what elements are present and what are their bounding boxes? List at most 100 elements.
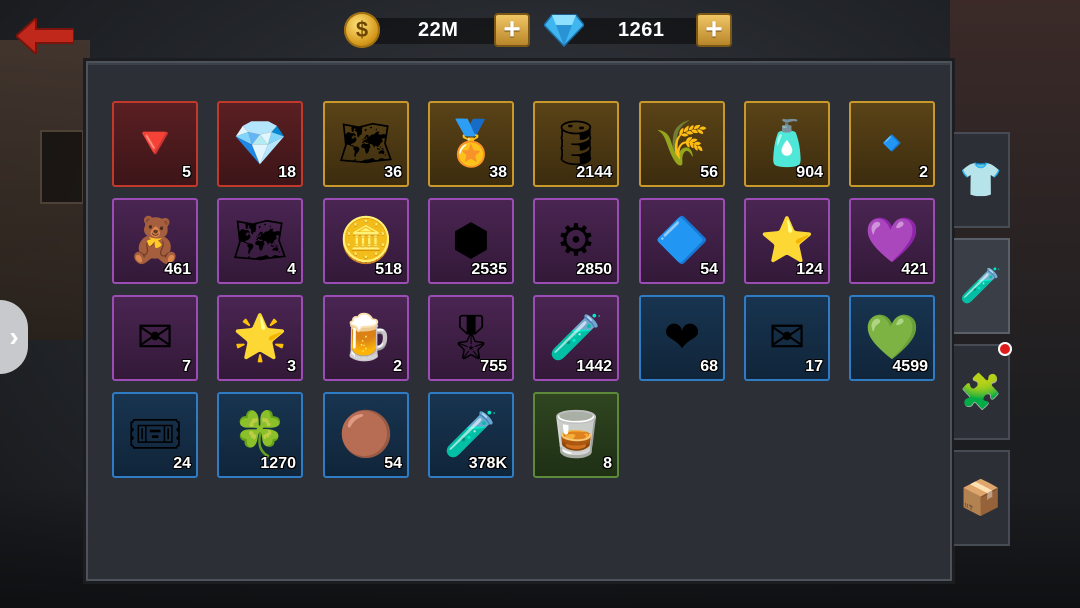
- notification-badge: [998, 342, 1012, 356]
- coin-counter: $: [344, 10, 380, 50]
- inventory-slot[interactable]: 🍀 1270: [217, 392, 303, 478]
- oil-barrel-icon: 🛢: [548, 119, 604, 168]
- purple-capsule-icon: 🧪: [548, 313, 604, 362]
- item-count: 17: [805, 358, 823, 375]
- inventory-slot[interactable]: 🛢 2144: [533, 101, 619, 187]
- inventory-slot[interactable]: 🎟 24: [112, 392, 198, 478]
- silver-crystal-icon: 🔹: [864, 119, 920, 168]
- item-count: 18: [278, 164, 296, 181]
- inventory-slot[interactable]: ✉ 7: [112, 295, 198, 381]
- rank-star-icon: ⭐: [759, 216, 815, 265]
- beer-mug-icon: 🍺: [338, 313, 394, 362]
- item-count: 56: [700, 164, 718, 181]
- item-count: 904: [796, 164, 823, 181]
- item-count: 2850: [576, 261, 612, 278]
- inventory-slot[interactable]: 🟤 54: [323, 392, 409, 478]
- purple-skull-gem-icon: 💜: [864, 216, 920, 265]
- currency-bar: $ 22M + 1261 +: [340, 10, 736, 50]
- inventory-slot[interactable]: 🔷 54: [639, 198, 725, 284]
- item-count: 2144: [576, 164, 612, 181]
- item-count: 4599: [892, 358, 928, 375]
- beer-token-icon: 🪙: [338, 216, 394, 265]
- ruby-badge-icon: 💎: [232, 119, 288, 168]
- back-button[interactable]: [16, 18, 74, 54]
- item-count: 2: [919, 164, 928, 181]
- item-count: 1442: [576, 358, 612, 375]
- item-count: 2: [393, 358, 402, 375]
- gem-counter: [544, 10, 584, 50]
- red-crystal-icon: 🔻: [127, 119, 183, 168]
- inventory-slot[interactable]: 🍺 2: [323, 295, 409, 381]
- tab-potion[interactable]: 🧪: [954, 238, 1010, 334]
- ticket-icon: 🎟: [127, 410, 183, 459]
- back-arrow-icon: [16, 18, 74, 54]
- g-hexagon-icon: ⬢: [451, 216, 491, 265]
- blueprint-card-icon: 🗺: [338, 119, 394, 168]
- map-icon: 🗺: [232, 216, 288, 265]
- item-count: 518: [375, 261, 402, 278]
- inventory-slot[interactable]: 🌟 3: [217, 295, 303, 381]
- inventory-slot[interactable]: 🔻 5: [112, 101, 198, 187]
- inventory-slot[interactable]: 🎖 755: [428, 295, 514, 381]
- inventory-slot[interactable]: 🔹 2: [849, 101, 935, 187]
- item-count: 4: [287, 261, 296, 278]
- item-count: 421: [901, 261, 928, 278]
- gold-capsule-icon: 🧴: [759, 119, 815, 168]
- coin-amount: 22M: [418, 18, 459, 41]
- green-capsule-icon: 🧪: [443, 410, 499, 459]
- shot-glass-icon: 🥃: [548, 410, 604, 459]
- inventory-slot[interactable]: 💜 421: [849, 198, 935, 284]
- gold-envelope-icon: ✉: [136, 313, 174, 362]
- item-count: 54: [700, 261, 718, 278]
- star-coin-icon: 🌟: [232, 313, 288, 362]
- green-ore-icon: 💚: [864, 313, 920, 362]
- inventory-slot[interactable]: 🪙 518: [323, 198, 409, 284]
- item-count: 38: [489, 164, 507, 181]
- shirt-icon: 👕: [959, 161, 1003, 199]
- item-count: 378K: [468, 455, 507, 472]
- inventory-slot[interactable]: ❤ 68: [639, 295, 725, 381]
- inventory-slot[interactable]: 💎 18: [217, 101, 303, 187]
- inventory-slot[interactable]: 🗺 4: [217, 198, 303, 284]
- tab-box[interactable]: 📦: [954, 450, 1010, 546]
- item-count: 2535: [471, 261, 507, 278]
- inventory-panel: 🔻 5 💎 18 🗺 36 🏅 38 🛢 2144 🌾 56 🧴 904 🔹 2 🧸 461 🗺 4 🪙 518 ⬢ 2535…: [86, 61, 952, 581]
- blue-crystal-icon: 🔷: [654, 216, 710, 265]
- gem-amount: 1261: [618, 18, 665, 41]
- add-gems-button[interactable]: +: [696, 13, 732, 47]
- inventory-slot[interactable]: ✉ 17: [744, 295, 830, 381]
- puzzle-icon: 🧩: [959, 373, 1003, 411]
- inventory-slot[interactable]: 🧪 1442: [533, 295, 619, 381]
- inventory-slot[interactable]: 🧴 904: [744, 101, 830, 187]
- heart-icon: ❤: [663, 313, 701, 362]
- inventory-slot[interactable]: 🧸 461: [112, 198, 198, 284]
- inventory-slot[interactable]: 🗺 36: [323, 101, 409, 187]
- item-count: 68: [700, 358, 718, 375]
- item-count: 461: [164, 261, 191, 278]
- gears-icon: ⚙: [556, 216, 596, 265]
- inventory-slot[interactable]: 💚 4599: [849, 295, 935, 381]
- ribbon-medal-icon: 🎖: [443, 313, 499, 362]
- inventory-slot[interactable]: ⚙ 2850: [533, 198, 619, 284]
- white-envelope-icon: ✉: [768, 313, 806, 362]
- item-count: 36: [384, 164, 402, 181]
- coin-icon: $: [344, 12, 380, 48]
- tab-shirt[interactable]: 👕: [954, 132, 1010, 228]
- inventory-slot[interactable]: 🥃 8: [533, 392, 619, 478]
- add-coins-button[interactable]: +: [494, 13, 530, 47]
- teddy-bear-icon: 🧸: [127, 216, 183, 265]
- star-medal-icon: 🏅: [443, 119, 499, 168]
- potion-icon: 🧪: [959, 267, 1003, 305]
- inventory-slot[interactable]: 🌾 56: [639, 101, 725, 187]
- clover-chip-icon: 🍀: [232, 410, 288, 459]
- item-count: 3: [287, 358, 296, 375]
- chevron-right-icon: ›: [9, 321, 19, 352]
- item-count: 54: [384, 455, 402, 472]
- tab-puzzle[interactable]: 🧩: [954, 344, 1010, 440]
- item-count: 755: [480, 358, 507, 375]
- inventory-slot[interactable]: 🏅 38: [428, 101, 514, 187]
- inventory-slot[interactable]: 🧪 378K: [428, 392, 514, 478]
- inventory-slot[interactable]: ⬢ 2535: [428, 198, 514, 284]
- inventory-slot[interactable]: ⭐ 124: [744, 198, 830, 284]
- bronze-chip-icon: 🟤: [338, 410, 394, 459]
